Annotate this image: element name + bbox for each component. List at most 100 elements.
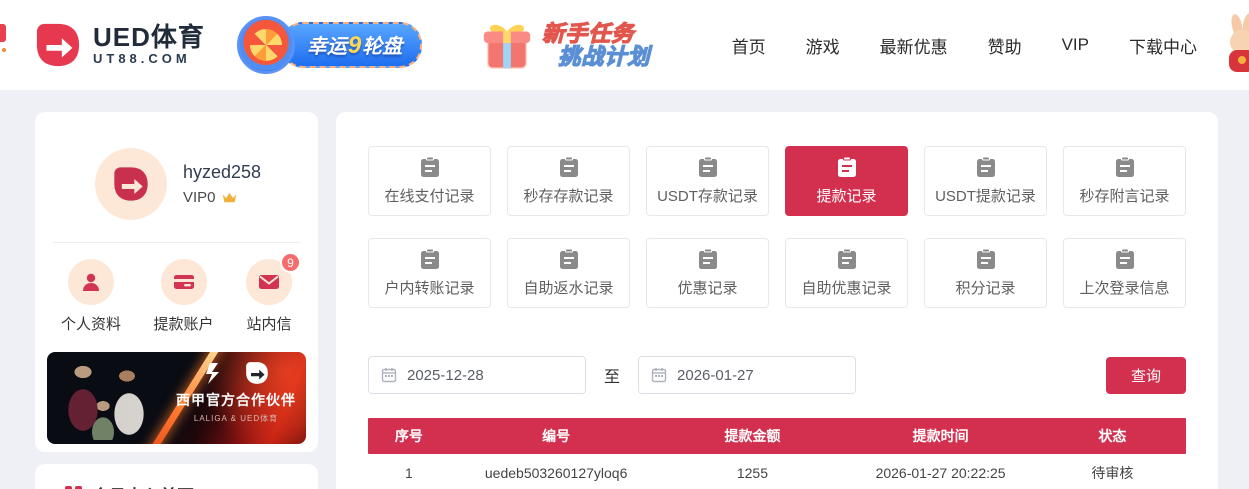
tab-points-records[interactable]: 积分记录 — [924, 238, 1047, 308]
clipboard-icon — [559, 248, 578, 269]
clipboard-icon — [837, 156, 856, 177]
clipboard-icon — [1115, 248, 1134, 269]
clipboard-icon — [976, 156, 995, 177]
username: hyzed258 — [183, 162, 262, 182]
promo-roulette-text: 幸运 — [306, 36, 347, 58]
member-center-title: 会员中心首页 — [92, 482, 194, 489]
vip-level: VIP0 — [183, 189, 216, 206]
tab-label: 上次登录信息 — [1079, 280, 1170, 297]
quick-link-label: 提款账户 — [153, 316, 214, 333]
clipboard-icon — [559, 156, 578, 177]
date-from-input[interactable]: 2025-12-28 — [368, 356, 586, 394]
date-from-value: 2025-12-28 — [407, 366, 484, 384]
laliga-partner-banner[interactable]: 西甲官方合作伙伴 LALIGA & UED体育 — [47, 352, 306, 444]
nav-promotions[interactable]: 最新优惠 — [880, 33, 948, 58]
logo-arrow-icon — [36, 23, 80, 67]
search-button[interactable]: 查询 — [1106, 356, 1186, 394]
quick-links: 个人资料 提款账户 9 站内信 — [35, 243, 318, 334]
date-to-value: 2026-01-27 — [677, 366, 754, 384]
promo-task-line2: 挑战计划 — [558, 44, 651, 69]
tab-label: 秒存存款记录 — [523, 188, 614, 205]
avatar-arrow-icon — [114, 167, 148, 201]
col-status: 状态 — [1098, 428, 1127, 444]
tab-promo-records[interactable]: 优惠记录 — [646, 238, 769, 308]
promo-roulette-text2: 轮盘 — [362, 36, 403, 58]
sidebar-item-messages[interactable]: 9 站内信 — [246, 252, 301, 334]
cell-index: 1 — [405, 464, 413, 481]
nav-download[interactable]: 下载中心 — [1129, 33, 1197, 58]
person-icon — [83, 273, 99, 291]
tab-label: 提款记录 — [816, 188, 877, 205]
banner-title: 西甲官方合作伙伴 — [176, 392, 296, 408]
tab-online-payment-records[interactable]: 在线支付记录 — [368, 146, 491, 216]
nav-vip[interactable]: VIP — [1062, 35, 1089, 55]
banner-subtitle: LALIGA & UED体育 — [193, 414, 279, 423]
logo-subtitle: UT88.COM — [93, 51, 191, 67]
tab-quick-deposit-memo-records[interactable]: 秒存附言记录 — [1063, 146, 1186, 216]
cell-time: 2026-01-27 20:22:25 — [875, 464, 1006, 481]
tab-self-rebate-records[interactable]: 自助返水记录 — [507, 238, 630, 308]
sidebar-item-profile[interactable]: 个人资料 — [61, 259, 121, 334]
col-id: 编号 — [542, 428, 571, 444]
date-to-input[interactable]: 2026-01-27 — [638, 356, 857, 394]
avatar[interactable] — [95, 148, 167, 220]
tab-internal-transfer-records[interactable]: 户内转账记录 — [368, 238, 491, 308]
tab-label: 优惠记录 — [677, 280, 738, 297]
top-header: UED体育 UT88.COM 幸运9轮盘 新手任务 挑战计划 首页 游戏 最新优… — [0, 0, 1249, 90]
tab-label: 自助返水记录 — [523, 280, 614, 297]
ued-logo-icon — [246, 362, 268, 384]
tab-usdt-withdraw-records[interactable]: USDT提款记录 — [924, 146, 1047, 216]
clipboard-icon — [420, 248, 439, 269]
laliga-logo-icon — [206, 363, 219, 384]
clipboard-icon — [1115, 156, 1134, 177]
newbie-task-banner[interactable]: 新手任务 挑战计划 — [478, 16, 650, 74]
tab-label: USDT提款记录 — [935, 188, 1036, 205]
gift-box-icon — [484, 24, 531, 69]
cell-status: 待审核 — [1091, 464, 1134, 481]
table-header: 序号 编号 提款金额 提款时间 状态 — [368, 418, 1186, 454]
players-image — [55, 358, 175, 440]
tab-label: 户内转账记录 — [384, 280, 475, 297]
nav-home[interactable]: 首页 — [732, 33, 766, 58]
nav-sponsor[interactable]: 赞助 — [988, 33, 1022, 58]
floating-dot — [2, 48, 6, 52]
tab-self-promo-records[interactable]: 自助优惠记录 — [785, 238, 908, 308]
calendar-icon — [381, 368, 397, 383]
sidebar-item-withdraw-account[interactable]: 提款账户 — [154, 259, 214, 334]
clipboard-icon — [976, 248, 995, 269]
col-time: 提款时间 — [912, 428, 969, 444]
lucky-roulette-banner[interactable]: 幸运9轮盘 — [236, 10, 423, 80]
member-center-card: 会员中心首页 — [35, 464, 318, 489]
quick-link-label: 个人资料 — [61, 316, 122, 333]
main-nav: 首页 游戏 最新优惠 赞助 VIP 下载中心 — [732, 33, 1249, 58]
tab-withdraw-records[interactable]: 提款记录 — [785, 146, 908, 216]
cell-amount: 1255 — [736, 464, 769, 481]
tab-last-login-info[interactable]: 上次登录信息 — [1063, 238, 1186, 308]
tab-quick-deposit-records[interactable]: 秒存存款记录 — [507, 146, 630, 216]
bank-card-icon — [173, 275, 194, 289]
col-amount: 提款金额 — [724, 428, 781, 444]
crown-icon — [222, 192, 236, 202]
records-panel: 在线支付记录 秒存存款记录 USDT存款记录 提款记录 USDT提款记录 秒存附… — [336, 112, 1218, 489]
tab-label: 积分记录 — [955, 280, 1016, 297]
record-tabs: 在线支付记录 秒存存款记录 USDT存款记录 提款记录 USDT提款记录 秒存附… — [368, 146, 1186, 308]
clipboard-icon — [420, 156, 439, 177]
cell-id: uedeb503260127yloq6 — [484, 464, 628, 481]
tab-label: USDT存款记录 — [657, 188, 758, 205]
clipboard-icon — [837, 248, 856, 269]
mail-icon — [259, 275, 279, 289]
floating-widget[interactable] — [0, 24, 6, 42]
tab-label: 秒存附言记录 — [1079, 188, 1170, 205]
sidebar-user-card: hyzed258 VIP0 个人资料 提款账户 9 站内信 西甲官方合作伙伴 L… — [35, 112, 318, 452]
nav-games[interactable]: 游戏 — [806, 33, 840, 58]
mascot-icon[interactable] — [1217, 12, 1249, 78]
withdraw-records-table: 序号 编号 提款金额 提款时间 状态 1 uedeb503260127yloq6… — [368, 418, 1186, 489]
unread-badge: 9 — [280, 252, 301, 273]
col-index: 序号 — [394, 428, 423, 444]
tab-label: 自助优惠记录 — [801, 280, 892, 297]
table-row: 1 uedeb503260127yloq6 1255 2026-01-27 20… — [368, 454, 1186, 489]
promo-roulette-number: 9 — [347, 32, 362, 59]
tab-usdt-deposit-records[interactable]: USDT存款记录 — [646, 146, 769, 216]
clipboard-icon — [698, 248, 717, 269]
site-logo[interactable]: UED体育 UT88.COM — [35, 22, 205, 68]
